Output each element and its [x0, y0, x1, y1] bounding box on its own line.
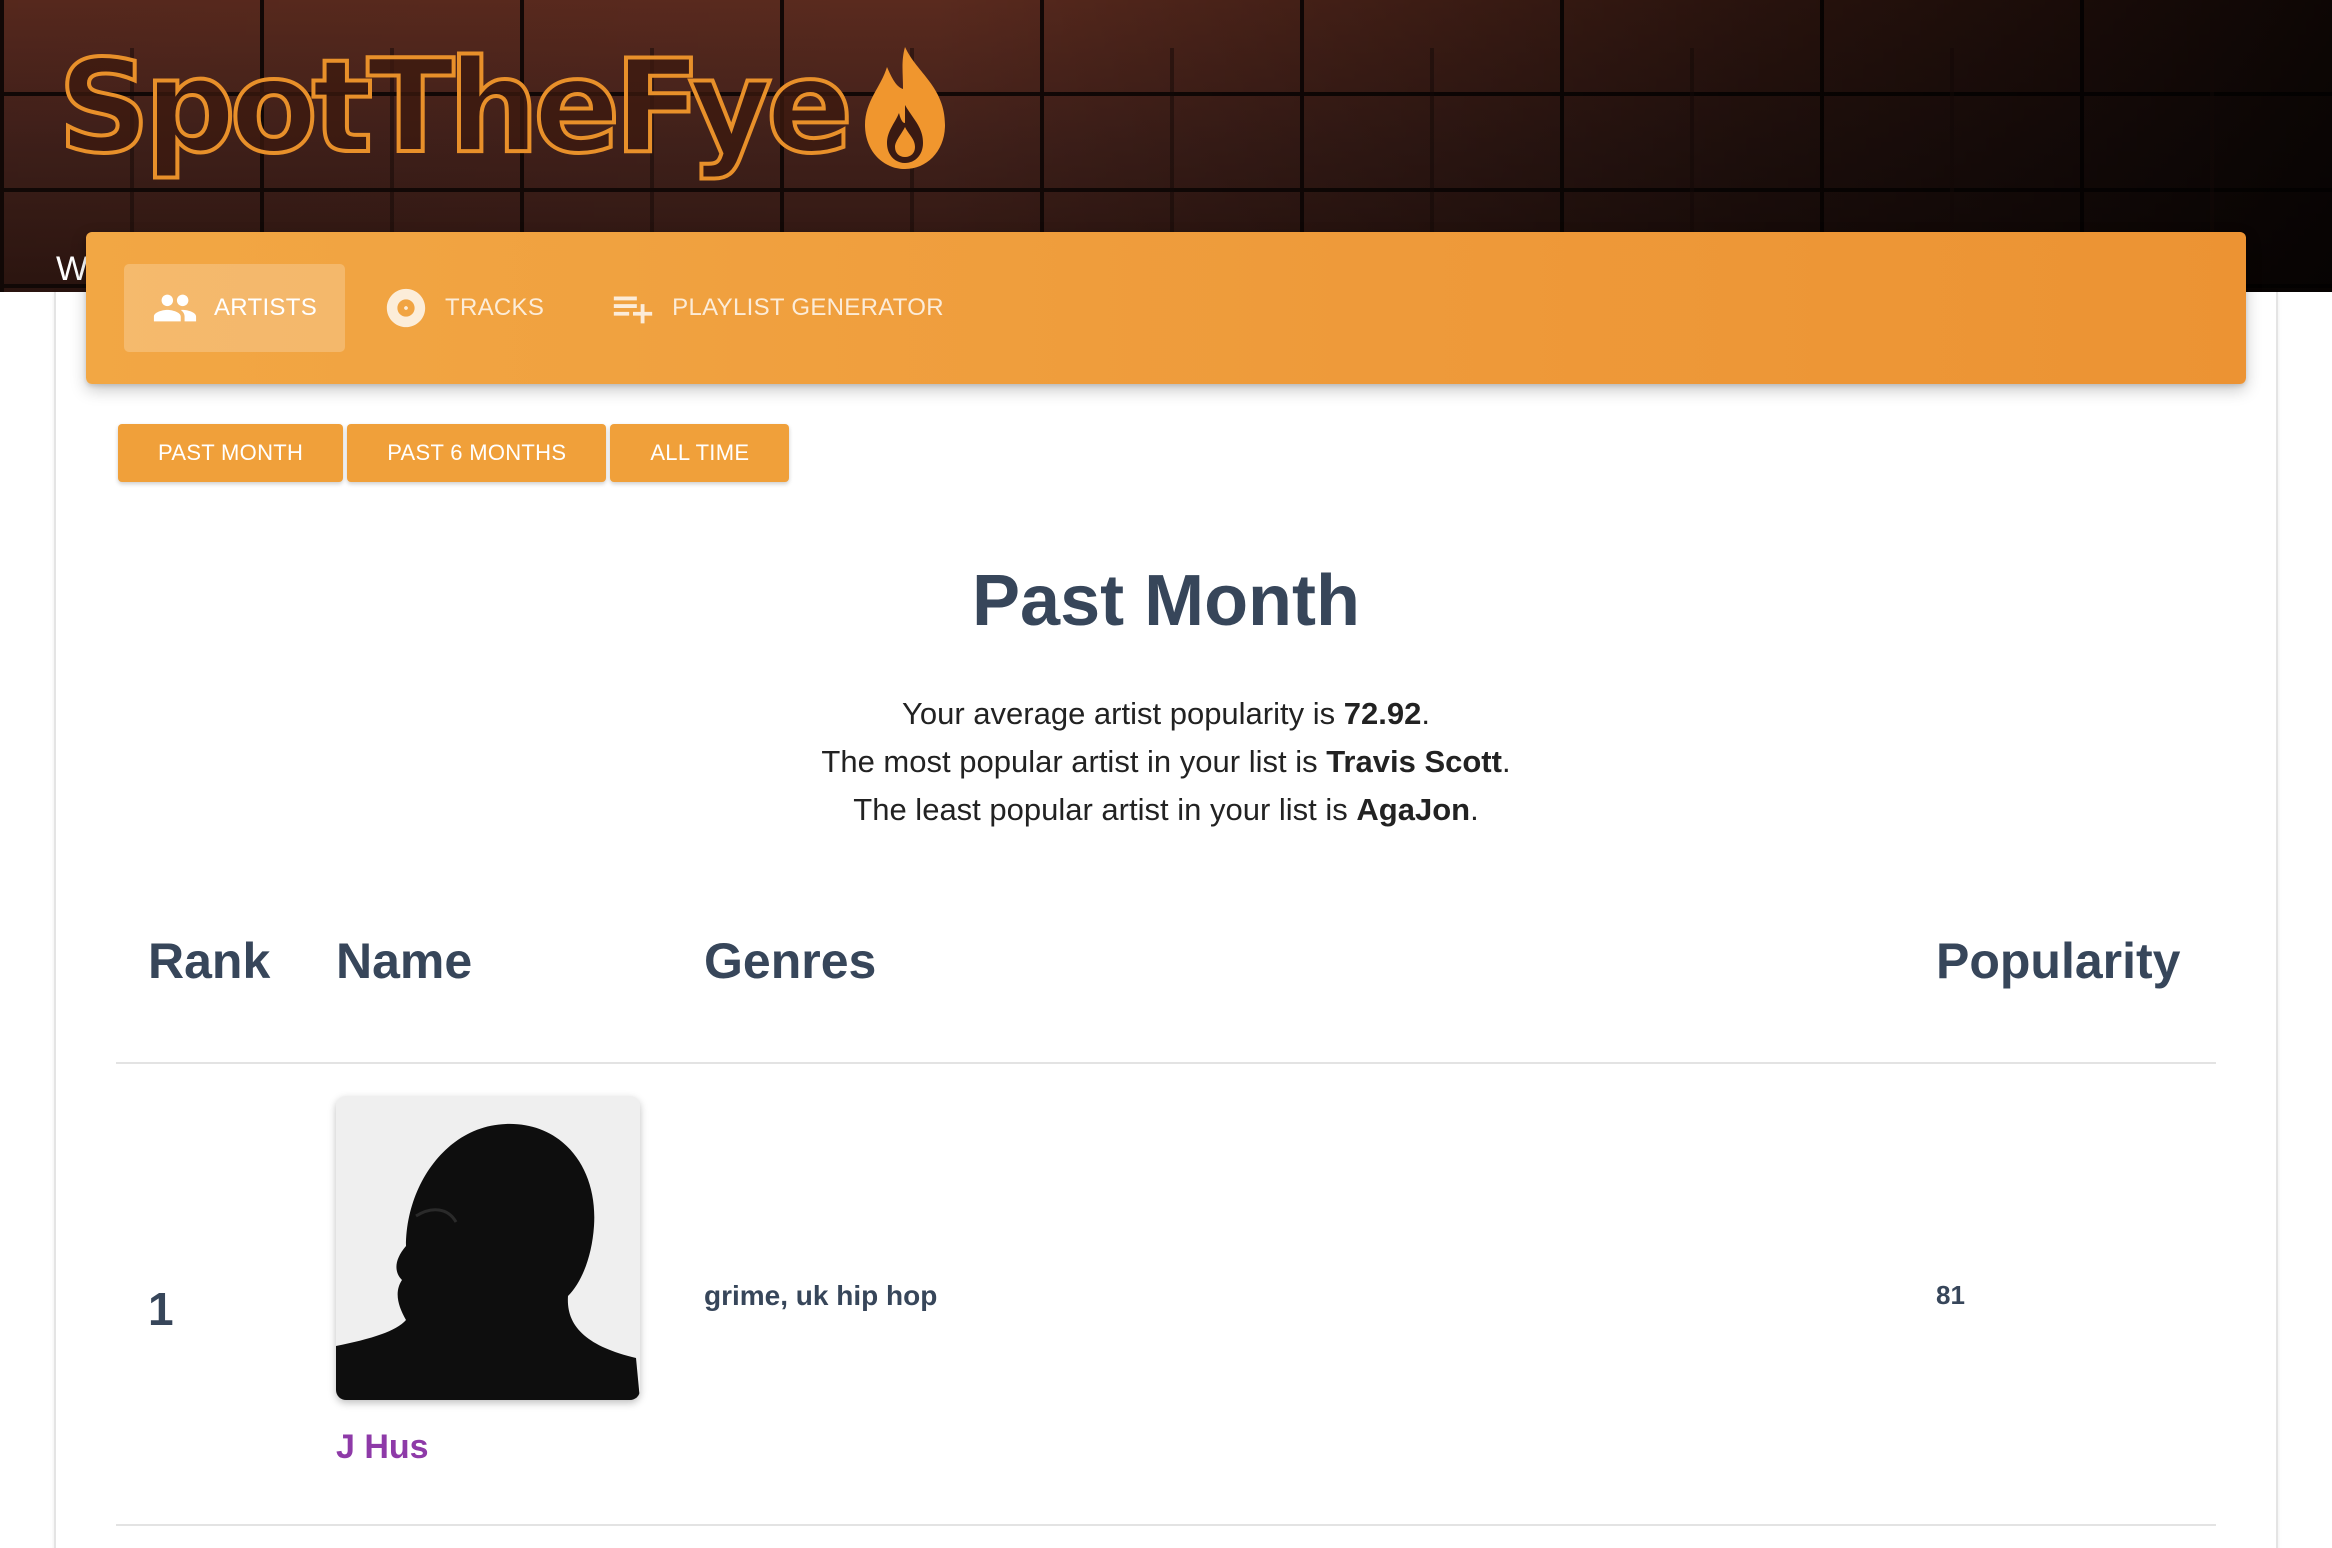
least-popular-prefix: The least popular artist in your list is	[853, 792, 1357, 827]
flame-icon	[864, 47, 945, 169]
column-header-rank[interactable]: Rank	[148, 932, 270, 990]
logo-wordmark: SpotTheFye	[56, 33, 855, 182]
least-popular-line: The least popular artist in your list is…	[0, 786, 2332, 834]
row-divider	[116, 1524, 2216, 1526]
tab-tracks[interactable]: TRACKS	[355, 264, 572, 352]
banner-partial-text: W	[56, 250, 89, 288]
column-header-genres[interactable]: Genres	[704, 932, 876, 990]
artist-popularity: 81	[1936, 1280, 1965, 1310]
most-popular-line: The most popular artist in your list is …	[0, 738, 2332, 786]
artist-genres: grime, uk hip hop	[704, 1280, 938, 1311]
disc-icon	[386, 288, 426, 328]
past-month-button[interactable]: PAST MONTH	[118, 424, 344, 482]
average-popularity-line: Your average artist popularity is 72.92.	[0, 690, 2332, 738]
period-selector: PAST MONTH PAST 6 MONTHS ALL TIME	[118, 424, 790, 482]
most-popular-prefix: The most popular artist in your list is	[821, 744, 1327, 779]
top-nav-bar: ARTISTS TRACKS PLAYLIST GENERATOR	[86, 232, 2246, 384]
all-time-button[interactable]: ALL TIME	[610, 424, 790, 482]
header-divider	[116, 1062, 2216, 1064]
average-popularity-prefix: Your average artist popularity is	[902, 696, 1344, 731]
popularity-summary: Your average artist popularity is 72.92.…	[0, 690, 2332, 834]
most-popular-artist: Travis Scott	[1326, 744, 1502, 779]
tab-artists[interactable]: ARTISTS	[124, 264, 346, 352]
playlist-add-icon	[614, 296, 653, 324]
tab-tracks-label: TRACKS	[445, 294, 545, 321]
artist-silhouette	[336, 1096, 640, 1400]
tab-artists-label: ARTISTS	[214, 294, 318, 321]
tab-playlist-generator[interactable]: PLAYLIST GENERATOR	[582, 264, 972, 352]
site-logo[interactable]: SpotTheFye	[56, 18, 951, 198]
page-title: Past Month	[972, 561, 1360, 641]
column-header-name[interactable]: Name	[336, 932, 472, 990]
row-rank: 1	[148, 1283, 174, 1335]
column-header-popularity[interactable]: Popularity	[1936, 932, 2180, 990]
sentence-end: .	[1421, 696, 1430, 731]
people-icon	[153, 294, 197, 322]
artist-photo[interactable]	[336, 1096, 640, 1400]
sentence-end: .	[1501, 744, 1511, 779]
tab-playlist-generator-label: PLAYLIST GENERATOR	[672, 294, 944, 321]
average-popularity-value: 72.92	[1343, 696, 1422, 731]
least-popular-artist: AgaJon	[1356, 792, 1471, 827]
artist-name-link[interactable]: J Hus	[336, 1428, 429, 1467]
sentence-end: .	[1470, 792, 1479, 827]
past-6-months-button[interactable]: PAST 6 MONTHS	[347, 424, 607, 482]
